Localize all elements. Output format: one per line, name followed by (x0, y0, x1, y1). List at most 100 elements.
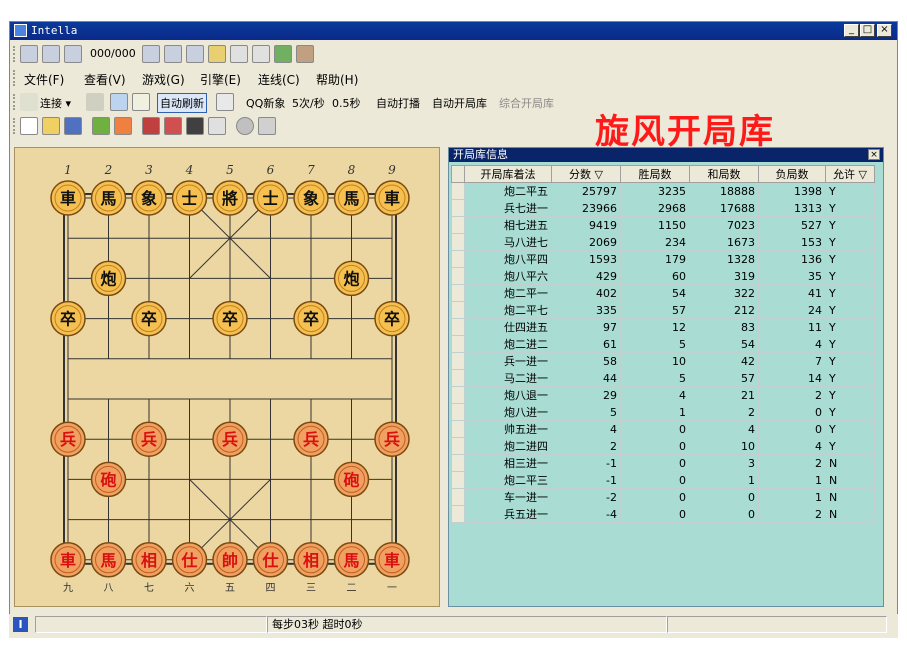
menu-engine[interactable]: 引擎(E) (200, 71, 241, 88)
table-row[interactable]: 炮八平六 429 60 319 35 Y (451, 267, 875, 285)
table-row[interactable]: 兵五进一 -4 0 0 2 N (451, 505, 875, 523)
col-wins[interactable]: 胜局数 (620, 165, 690, 183)
draws-cell: 54 (689, 335, 759, 353)
board-canvas[interactable]: 1 2 3 4 5 6 7 8 9九八七六五四三二一車馬象士將士象馬車炮 炮卒卒卒卒卒兵兵兵兵兵砲… (15, 148, 441, 608)
table-row[interactable]: 帅五进一 4 0 4 0 Y (451, 420, 875, 438)
table-row[interactable]: 马八进七 2069 234 1673 153 Y (451, 233, 875, 251)
wins-cell: 0 (620, 454, 690, 472)
score-cell: 29 (551, 386, 621, 404)
table-row[interactable]: 炮二进二 61 5 54 4 Y (451, 335, 875, 353)
red-piece-icon[interactable] (142, 117, 160, 135)
table-row[interactable]: 炮二平七 335 57 212 24 Y (451, 301, 875, 319)
piece-label: 卒 (303, 310, 319, 329)
close-button[interactable]: × (877, 24, 892, 37)
file-label-bottom: 二 (347, 583, 357, 594)
allowed-cell: N (825, 471, 875, 489)
table-row[interactable]: 炮二平五 25797 3235 18888 1398 Y (451, 182, 875, 200)
table-row[interactable]: 相三进一 -1 0 3 2 N (451, 454, 875, 472)
copy-icon[interactable] (230, 45, 248, 63)
info-icon[interactable]: I (13, 617, 28, 632)
table-row[interactable]: 炮二平三 -1 0 1 1 N (451, 471, 875, 489)
file-label-top: 1 (64, 163, 72, 177)
menu-file[interactable]: 文件(F) (24, 71, 64, 88)
draws-cell: 319 (689, 267, 759, 285)
file-label-top: 5 (226, 163, 234, 177)
menu-connect[interactable]: 连线(C) (258, 71, 300, 88)
clock-icon[interactable] (114, 117, 132, 135)
prev-page-icon[interactable] (42, 45, 60, 63)
black-first-icon[interactable] (186, 117, 204, 135)
allowed-cell: Y (825, 199, 875, 217)
col-allowed[interactable]: 允许 ▽ (825, 165, 875, 183)
flip-board-icon[interactable] (92, 117, 110, 135)
table-row[interactable]: 炮八退一 29 4 21 2 Y (451, 386, 875, 404)
menu-game[interactable]: 游戏(G) (142, 71, 185, 88)
col-score[interactable]: 分数 ▽ (551, 165, 621, 183)
engine-icon[interactable] (110, 93, 128, 111)
next-move-icon[interactable] (142, 45, 160, 63)
allowed-cell: Y (825, 216, 875, 234)
file-toolbar (10, 114, 600, 138)
xiangqi-board[interactable]: 123456789九八七六五四三二一車馬象士將士象馬車炮炮卒卒卒卒卒兵兵兵兵兵砲… (14, 147, 440, 607)
panel-close-icon[interactable]: × (868, 149, 880, 160)
connect-icon (20, 93, 38, 111)
export-icon[interactable] (274, 45, 292, 63)
table-row[interactable]: 炮二平一 402 54 322 41 Y (451, 284, 875, 302)
allowed-cell: Y (825, 267, 875, 285)
first-move-icon[interactable] (20, 45, 38, 63)
table-row[interactable]: 车一进一 -2 0 0 1 N (451, 488, 875, 506)
losses-cell: 11 (758, 318, 826, 336)
undo-icon[interactable] (258, 117, 276, 135)
move-cell: 帅五进一 (464, 420, 552, 438)
draws-cell: 1673 (689, 233, 759, 251)
menu-view[interactable]: 查看(V) (84, 71, 126, 88)
piece-label: 兵 (384, 430, 400, 449)
table-row[interactable]: 兵七进一 23966 2968 17688 1313 Y (451, 199, 875, 217)
stop-icon[interactable] (236, 117, 254, 135)
disconnect-icon[interactable] (86, 93, 104, 111)
table-row[interactable]: 炮八平四 1593 179 1328 136 Y (451, 250, 875, 268)
app-icon[interactable] (14, 24, 27, 37)
table-row[interactable]: 炮八进一 5 1 2 0 Y (451, 403, 875, 421)
minimize-button[interactable]: _ (844, 24, 859, 37)
combined-opening-book-button[interactable]: 综合开局库 (499, 95, 554, 111)
table-row[interactable]: 仕四进五 97 12 83 11 Y (451, 318, 875, 336)
flag-icon[interactable] (208, 45, 226, 63)
col-losses[interactable]: 负局数 (758, 165, 826, 183)
rate-label: 5次/秒 (292, 97, 325, 110)
col-move[interactable]: 开局库着法 (464, 165, 552, 183)
menu-help[interactable]: 帮助(H) (316, 71, 358, 88)
paste-icon[interactable] (252, 45, 270, 63)
title-bar[interactable]: Intella _ □ × (10, 22, 897, 40)
auto-opening-book-button[interactable]: 自动开局库 (432, 95, 487, 111)
open-folder-icon[interactable] (42, 117, 60, 135)
piece-label: 車 (384, 189, 400, 208)
refresh-icon[interactable] (216, 93, 234, 111)
col-draws[interactable]: 和局数 (689, 165, 759, 183)
save-icon[interactable] (64, 117, 82, 135)
prev-move-icon[interactable] (64, 45, 82, 63)
qq-new-game-label[interactable]: QQ新象 (246, 95, 285, 111)
red-first-icon[interactable] (164, 117, 182, 135)
piece-label: 卒 (384, 310, 400, 329)
piece-label: 炮 (343, 269, 359, 288)
new-file-icon[interactable] (20, 117, 38, 135)
piece-label: 兵 (222, 430, 238, 449)
maximize-button[interactable]: □ (860, 24, 875, 37)
allowed-cell: N (825, 505, 875, 523)
next-page-icon[interactable] (164, 45, 182, 63)
auto-refresh-button[interactable]: 自动刷新 (157, 93, 207, 113)
table-row[interactable]: 炮二进四 2 0 10 4 Y (451, 437, 875, 455)
search-icon[interactable] (208, 117, 226, 135)
import-icon[interactable] (296, 45, 314, 63)
table-row[interactable]: 兵一进一 58 10 42 7 Y (451, 352, 875, 370)
draws-cell: 21 (689, 386, 759, 404)
connect-dropdown[interactable]: 连接 ▾ (40, 95, 71, 111)
table-row[interactable]: 相七进五 9419 1150 7023 527 Y (451, 216, 875, 234)
last-move-icon[interactable] (186, 45, 204, 63)
magnifier-icon[interactable] (132, 93, 150, 111)
auto-broadcast-button[interactable]: 自动打播 (376, 95, 420, 111)
wins-cell: 4 (620, 386, 690, 404)
table-row[interactable]: 马二进一 44 5 57 14 Y (451, 369, 875, 387)
draws-cell: 18888 (689, 182, 759, 200)
